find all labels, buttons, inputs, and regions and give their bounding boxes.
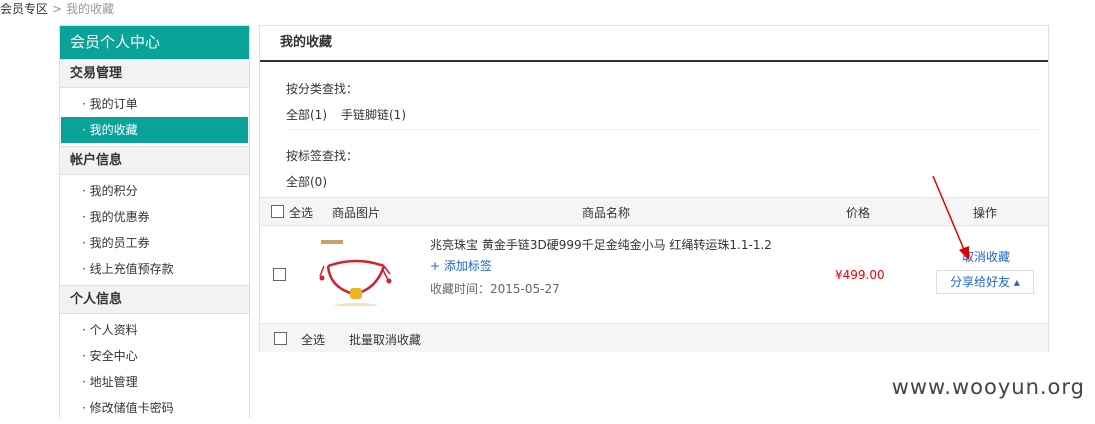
- sidebar-item-address[interactable]: · 地址管理: [60, 369, 249, 395]
- category-all-link[interactable]: 全部(1): [286, 106, 327, 123]
- footer-select-all-label: 全选: [301, 333, 326, 347]
- watermark-text: www.wooyun.org: [891, 375, 1085, 399]
- header-price: 价格: [846, 206, 871, 220]
- sidebar-item-recharge[interactable]: · 线上充值预存款: [60, 256, 249, 282]
- breadcrumb: 会员专区 > 我的收藏: [0, 0, 114, 17]
- sidebar-section-personal: 个人信息: [60, 285, 249, 314]
- sidebar-item-security[interactable]: · 安全中心: [60, 343, 249, 369]
- select-all-checkbox[interactable]: [271, 205, 284, 218]
- page-title: 我的收藏: [260, 26, 1048, 62]
- breadcrumb-root[interactable]: 会员专区: [0, 2, 48, 16]
- sidebar-item-favorites[interactable]: · 我的收藏: [61, 117, 248, 143]
- tag-all-link[interactable]: 全部(0): [286, 173, 327, 190]
- sidebar-item-staff-coupons[interactable]: · 我的员工券: [60, 230, 249, 256]
- select-all-label: 全选: [289, 206, 314, 220]
- sidebar-section-trade: 交易管理: [60, 59, 249, 88]
- share-button[interactable]: 分享给好友 ▴: [936, 270, 1034, 294]
- sidebar: 会员个人中心 交易管理 · 我的订单 · 我的收藏 帐户信息 · 我的积分 · …: [59, 25, 250, 418]
- batch-cancel-button[interactable]: 批量取消收藏: [349, 331, 421, 348]
- sidebar-title: 会员个人中心: [60, 26, 249, 59]
- bracelet-image-icon: [319, 240, 392, 309]
- product-name[interactable]: 兆亮珠宝 黄金手链3D硬999千足金纯金小马 红绳转运珠1.1-1.2: [430, 236, 772, 253]
- product-price: ¥499.00: [835, 268, 885, 282]
- divider: [286, 129, 1038, 130]
- header-image: 商品图片: [332, 206, 381, 220]
- tag-filter-label: 按标签查找：: [286, 149, 359, 163]
- breadcrumb-current: 我的收藏: [66, 2, 115, 16]
- favorite-time: 收藏时间：2015-05-27: [430, 282, 560, 296]
- sidebar-item-profile[interactable]: · 个人资料: [60, 317, 249, 343]
- category-filter-label: 按分类查找：: [286, 82, 359, 96]
- table-footer: 全选 批量取消收藏: [260, 323, 1048, 352]
- row-checkbox[interactable]: [273, 268, 286, 281]
- sidebar-item-card-password[interactable]: · 修改储值卡密码: [60, 395, 249, 421]
- add-tag-link[interactable]: + 添加标签: [430, 257, 492, 274]
- header-action: 操作: [973, 206, 998, 220]
- footer-select-all-checkbox[interactable]: [274, 332, 287, 345]
- breadcrumb-separator: >: [52, 2, 63, 16]
- sidebar-item-coupons[interactable]: · 我的优惠券: [60, 204, 249, 230]
- sidebar-item-orders[interactable]: · 我的订单: [60, 91, 249, 117]
- red-arrow-annotation: [932, 175, 969, 260]
- category-bracelet-link[interactable]: 手链脚链(1): [341, 106, 406, 123]
- header-name: 商品名称: [582, 206, 631, 220]
- sidebar-section-account: 帐户信息: [60, 146, 249, 175]
- sidebar-item-points[interactable]: · 我的积分: [60, 178, 249, 204]
- product-image[interactable]: [318, 236, 394, 309]
